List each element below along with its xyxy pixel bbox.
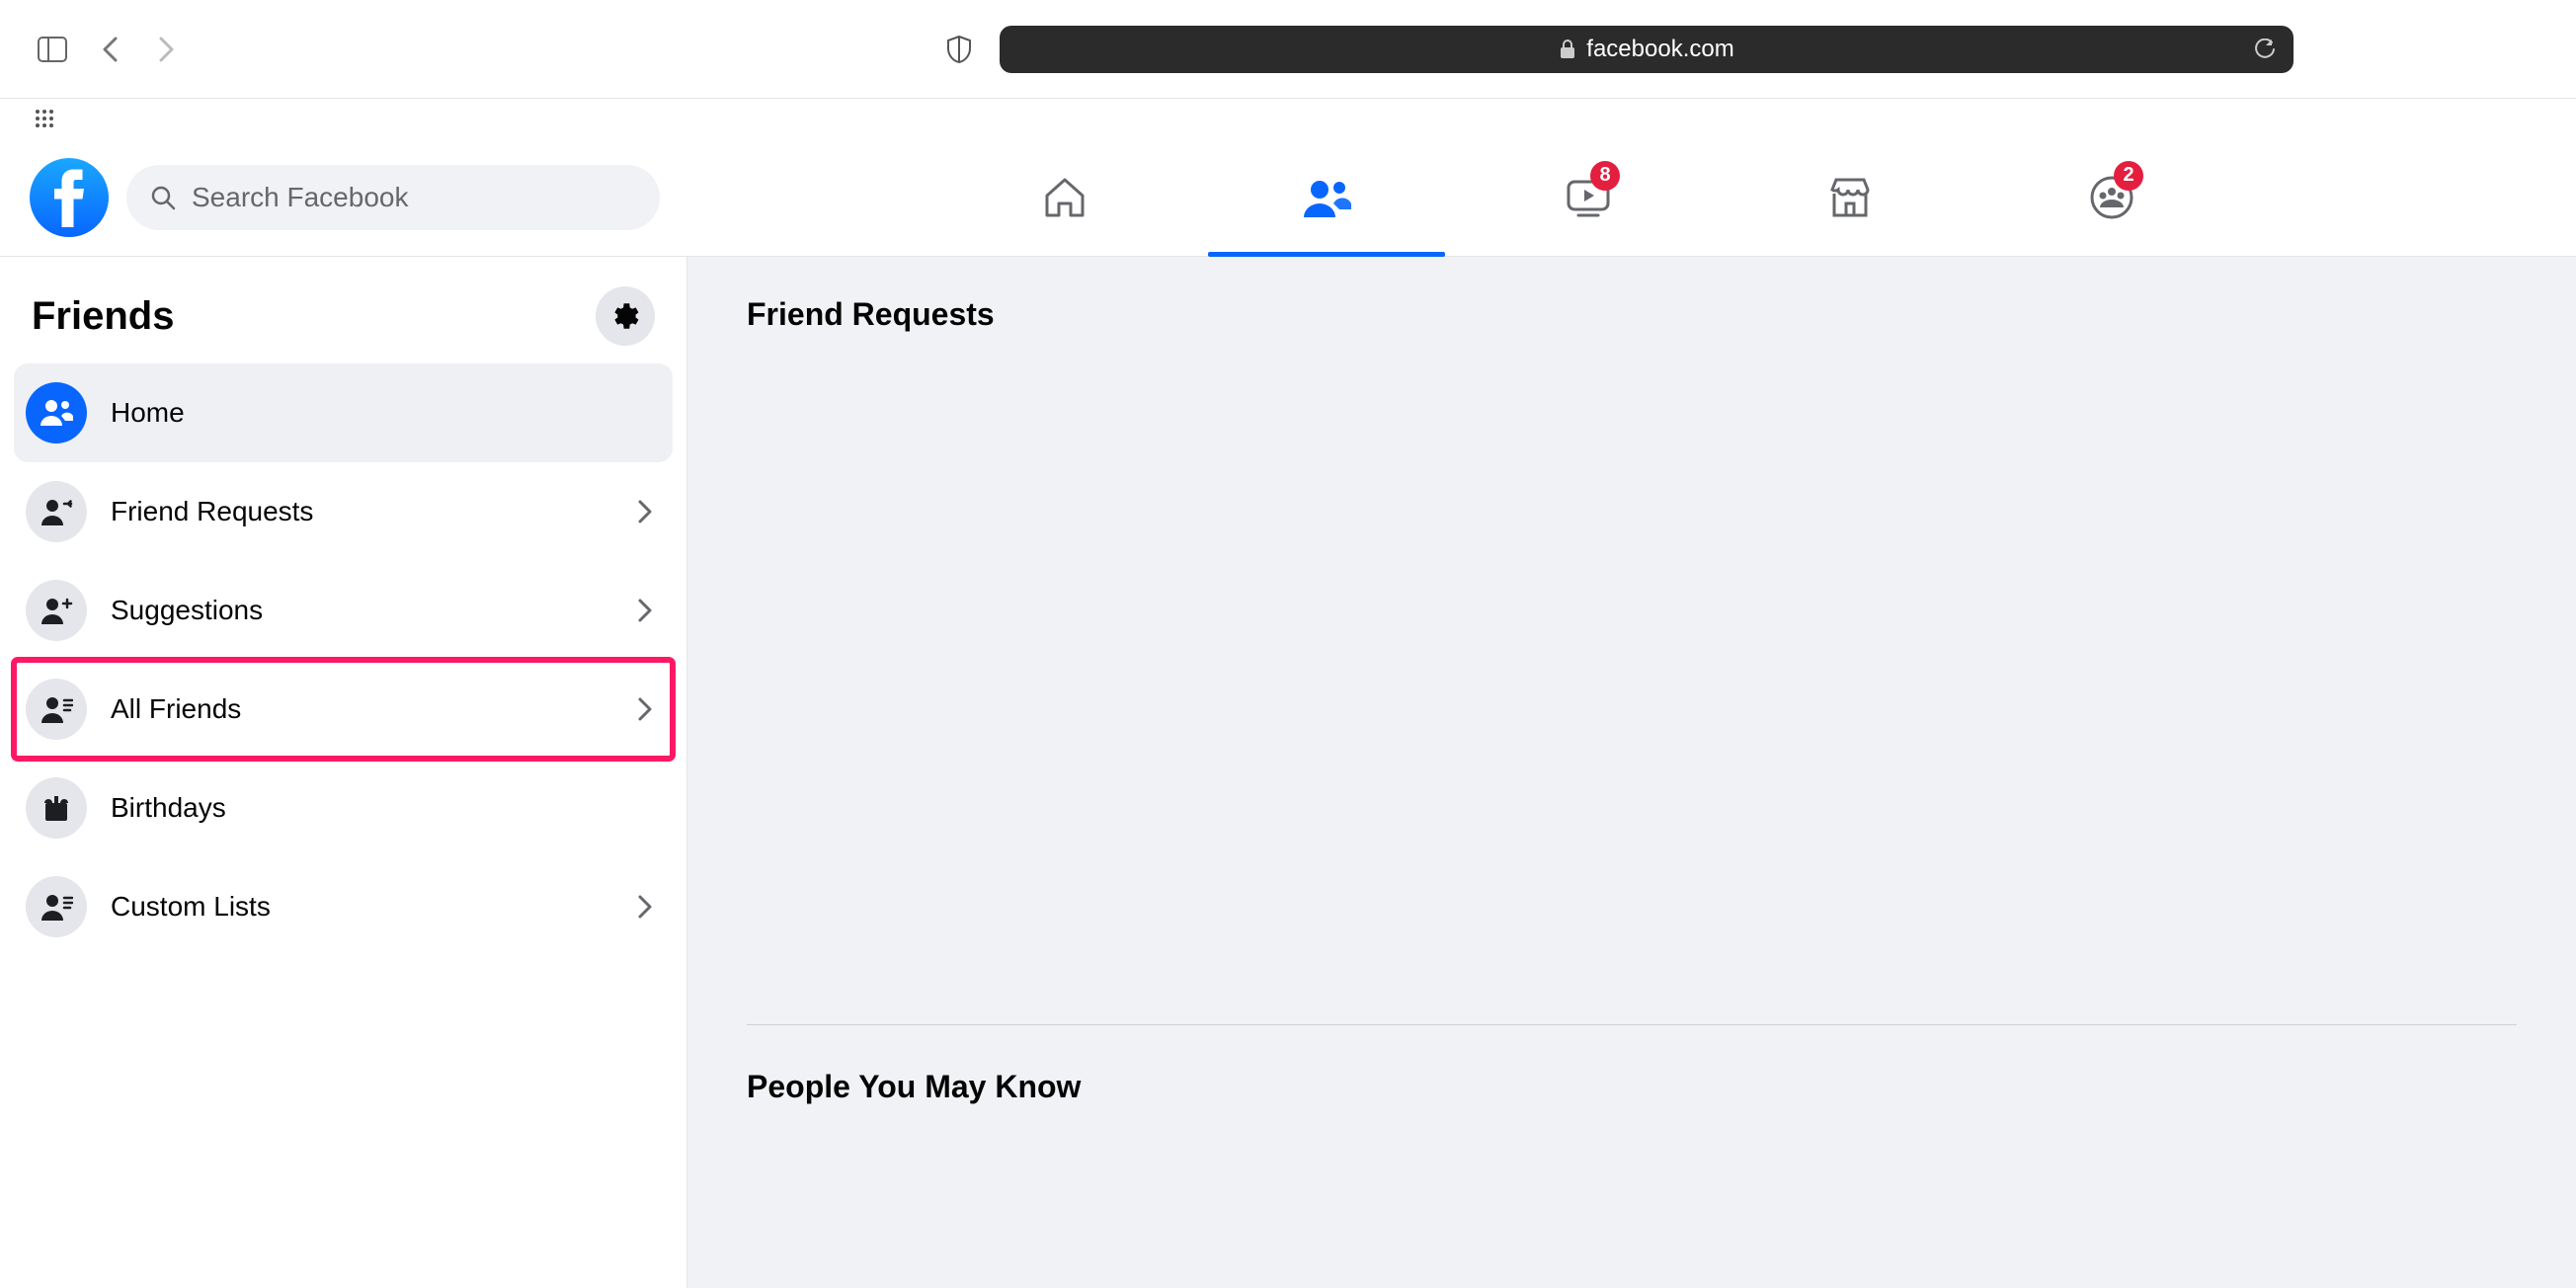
custom-lists-icon	[26, 876, 87, 937]
browser-toolbar: facebook.com	[0, 0, 2576, 99]
main-layout: Friends Home	[0, 257, 2576, 1288]
watch-badge: 8	[1590, 161, 1620, 191]
nav-watch[interactable]: 8	[1549, 153, 1628, 242]
all-friends-icon	[26, 679, 87, 740]
sidebar-toggle-button[interactable]	[36, 33, 69, 66]
top-nav: 8 2	[1025, 153, 2576, 242]
nav-groups[interactable]: 2	[2072, 153, 2151, 242]
facebook-header: 8 2	[0, 138, 2576, 257]
sidebar-item-label: Birthdays	[111, 792, 661, 824]
nav-home[interactable]	[1025, 153, 1104, 242]
suggestions-icon	[26, 580, 87, 641]
friend-request-icon	[26, 481, 87, 542]
nav-friends[interactable]	[1287, 153, 1366, 242]
reload-button[interactable]	[2254, 39, 2276, 60]
sidebar-item-birthdays[interactable]: Birthdays	[14, 759, 673, 857]
settings-button[interactable]	[596, 286, 655, 346]
sidebar-item-friend-requests[interactable]: Friend Requests	[14, 462, 673, 561]
chevron-right-icon	[637, 598, 661, 623]
sidebar-item-home[interactable]: Home	[14, 363, 673, 462]
sidebar-item-label: Friend Requests	[111, 496, 613, 527]
search-bar[interactable]	[126, 165, 660, 230]
app-grid-row	[0, 99, 2576, 138]
birthdays-icon	[26, 777, 87, 839]
people-you-may-know-title: People You May Know	[747, 1069, 2517, 1105]
facebook-logo[interactable]	[30, 158, 109, 237]
forward-button[interactable]	[150, 33, 184, 66]
people-you-may-know-section: People You May Know	[747, 1024, 2517, 1105]
search-input[interactable]	[192, 182, 636, 213]
sidebar-item-custom-lists[interactable]: Custom Lists	[14, 857, 673, 956]
groups-badge: 2	[2114, 161, 2143, 191]
lock-icon	[1559, 40, 1576, 59]
sidebar: Friends Home	[0, 257, 687, 1288]
sidebar-item-label: All Friends	[111, 693, 613, 725]
content-area: Friend Requests People You May Know	[687, 257, 2576, 1288]
sidebar-item-suggestions[interactable]: Suggestions	[14, 561, 673, 660]
sidebar-item-all-friends[interactable]: All Friends	[14, 660, 673, 759]
url-text: facebook.com	[1586, 36, 1733, 63]
friends-home-icon	[26, 382, 87, 443]
sidebar-item-label: Home	[111, 397, 661, 429]
chevron-right-icon	[637, 696, 661, 722]
app-grid-icon[interactable]	[36, 110, 53, 127]
search-icon	[150, 185, 176, 210]
sidebar-title: Friends	[32, 294, 174, 339]
chevron-right-icon	[637, 499, 661, 524]
back-button[interactable]	[93, 33, 126, 66]
friend-requests-title: Friend Requests	[747, 296, 2517, 333]
nav-marketplace[interactable]	[1811, 153, 1890, 242]
privacy-shield-button[interactable]	[942, 33, 976, 66]
url-bar[interactable]: facebook.com	[1000, 26, 2294, 73]
chevron-right-icon	[637, 894, 661, 920]
sidebar-item-label: Custom Lists	[111, 891, 613, 923]
sidebar-header: Friends	[14, 277, 673, 363]
sidebar-item-label: Suggestions	[111, 595, 613, 626]
